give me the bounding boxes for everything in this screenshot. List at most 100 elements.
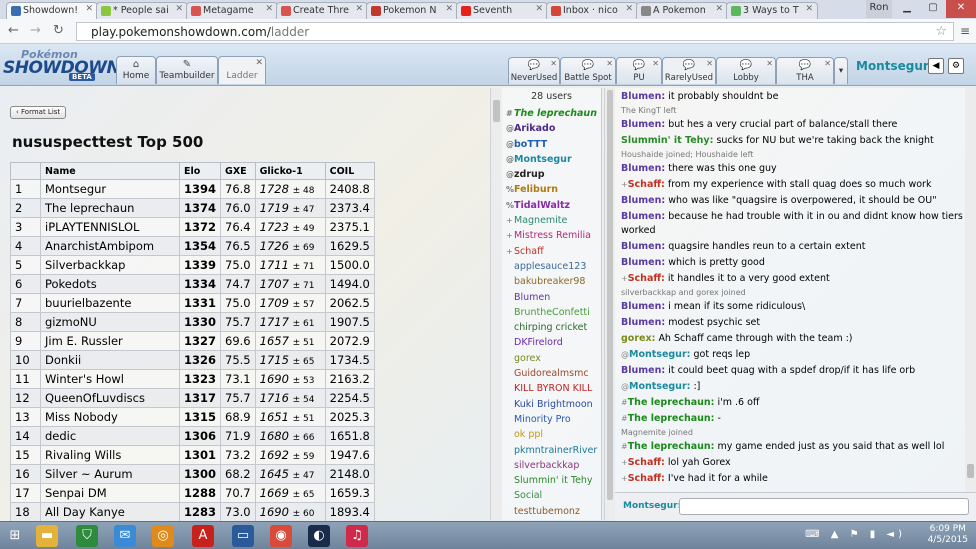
browser-tab[interactable]: Inbox · nico ✕	[546, 2, 638, 19]
chat-username[interactable]: Blumen	[621, 301, 661, 312]
chat-username[interactable]: Montsegur	[629, 381, 687, 392]
userlist-item[interactable]: @boTTT	[502, 137, 601, 152]
player-name-link[interactable]: Silverbackkap	[40, 255, 180, 275]
close-tab-icon[interactable]: ✕	[625, 4, 633, 14]
browser-tab[interactable]: A Pokemon ✕	[636, 2, 728, 19]
userlist-item[interactable]: silverbackkap	[502, 458, 601, 473]
userlist-item[interactable]: @zdrup	[502, 167, 601, 182]
room-tab[interactable]: 💬 PU ✕	[616, 57, 662, 84]
userlist-item[interactable]: @Montsegur	[502, 152, 601, 167]
room-tab[interactable]: 💬 THA ✕	[776, 57, 834, 84]
store-icon[interactable]: ⛉	[76, 525, 98, 547]
current-username[interactable]: Montsegur	[856, 59, 929, 73]
userlist-item[interactable]: +Mistress Remilia	[502, 228, 601, 243]
tab-teambuilder[interactable]: ✎ Teambuilder	[156, 56, 218, 84]
close-tab-icon[interactable]: ✕	[766, 59, 773, 68]
player-name-link[interactable]: Montsegur	[40, 179, 180, 199]
ladder-scroll-thumb[interactable]	[493, 100, 500, 122]
chat-username[interactable]: Schaff	[628, 179, 661, 190]
user-count[interactable]: 28 users	[502, 88, 601, 106]
user-profile-badge[interactable]: Ron	[866, 0, 892, 18]
chat-username[interactable]: Schaff	[628, 473, 661, 484]
userlist-item[interactable]: Social	[502, 488, 601, 503]
chat-username[interactable]: The leprechaun	[628, 397, 711, 408]
userlist-item[interactable]: bakubreaker98	[502, 274, 601, 289]
close-tab-icon[interactable]: ✕	[715, 4, 723, 14]
player-name-link[interactable]: iPLAYTENNISLOL	[40, 217, 180, 237]
player-name-link[interactable]: All Day Kanye	[40, 502, 180, 521]
chat-username[interactable]: Blumen	[621, 195, 661, 206]
browser-tab[interactable]: Create Thre ✕	[276, 2, 368, 19]
chat-username[interactable]: Blumen	[621, 317, 661, 328]
userlist-item[interactable]: #The leprechaun	[502, 106, 601, 121]
chat-username[interactable]: Blumen	[621, 211, 661, 222]
player-name-link[interactable]: dedic	[40, 426, 180, 446]
chat-username[interactable]: Slummin' it Tehy	[621, 135, 710, 146]
player-name-link[interactable]: Winter's Howl	[40, 369, 180, 389]
browser-tab[interactable]: Pokemon N ✕	[366, 2, 458, 19]
itunes-icon[interactable]: ♫	[346, 525, 368, 547]
close-tab-icon[interactable]: ✕	[606, 59, 613, 68]
back-arrow-icon[interactable]: ←	[8, 23, 19, 38]
showdown-logo[interactable]: Pokémon SHOWDOWN BETA	[3, 46, 121, 82]
tab-ladder[interactable]: Ladder ✕	[218, 56, 266, 84]
room-tab[interactable]: 💬 NeverUsed ✕	[508, 57, 560, 84]
userlist-item[interactable]: Minority Pro	[502, 412, 601, 427]
chat-username[interactable]: Blumen	[621, 163, 661, 174]
room-tab[interactable]: 💬 RarelyUsed ✕	[662, 57, 716, 84]
room-tab[interactable]: 💬 Battle Spot ✕	[560, 57, 616, 84]
close-tab-icon[interactable]: ✕	[550, 59, 557, 68]
close-tab-icon[interactable]: ✕	[805, 4, 813, 14]
chat-scroll-thumb[interactable]	[967, 464, 974, 478]
player-name-link[interactable]: Donkii	[40, 350, 180, 370]
userlist-item[interactable]: gorex	[502, 351, 601, 366]
browser-tab[interactable]: * People sai ✕	[96, 2, 188, 19]
userlist-scroll-thumb[interactable]	[607, 90, 613, 500]
player-name-link[interactable]: Silver ~ Aurum	[40, 464, 180, 484]
close-tab-icon[interactable]: ✕	[355, 4, 363, 14]
chat-username[interactable]: Schaff	[628, 457, 661, 468]
chat-username[interactable]: Blumen	[621, 119, 661, 130]
mail-icon[interactable]: ✉	[114, 525, 136, 547]
lenovo-icon[interactable]: ▭	[232, 525, 254, 547]
player-name-link[interactable]: QueenOfLuvdiscs	[40, 388, 180, 408]
player-name-link[interactable]: Miss Nobody	[40, 407, 180, 427]
userlist-item[interactable]: pkmntrainerRiver	[502, 443, 601, 458]
minimize-button[interactable]: ▁	[894, 0, 920, 18]
browser-menu-icon[interactable]: ≡	[960, 24, 970, 38]
close-tab-icon[interactable]: ✕	[445, 4, 453, 14]
audio-app-icon[interactable]: ◎	[152, 525, 174, 547]
userlist-item[interactable]: applesauce123	[502, 259, 601, 274]
userlist-item[interactable]: BruntheConfetti	[502, 305, 601, 320]
chat-username[interactable]: The leprechaun	[628, 413, 711, 424]
close-tab-icon[interactable]: ✕	[255, 58, 263, 68]
browser-tab[interactable]: Seventh ✕	[456, 2, 548, 19]
chat-message-input[interactable]	[679, 498, 969, 515]
browser-tab[interactable]: 3 Ways to T ✕	[726, 2, 818, 19]
userlist-item[interactable]: testtubemonz	[502, 504, 601, 519]
chat-username[interactable]: Blumen	[621, 241, 661, 252]
maximize-button[interactable]: ▢	[920, 0, 946, 18]
chat-scrollbar[interactable]	[965, 88, 976, 492]
chat-username[interactable]: gorex	[621, 333, 652, 344]
player-name-link[interactable]: gizmoNU	[40, 312, 180, 332]
userlist-scrollbar[interactable]	[604, 88, 614, 520]
close-tab-icon[interactable]: ✕	[652, 59, 659, 68]
room-tab-overflow-button[interactable]: ▾	[834, 57, 848, 84]
close-tab-icon[interactable]: ✕	[824, 59, 831, 68]
chat-username[interactable]: Schaff	[628, 273, 661, 284]
system-tray-icons[interactable]: ⌨ ▲ ⚑ ▮ ◄)	[805, 529, 906, 540]
userlist-item[interactable]: ok ppl	[502, 427, 601, 442]
close-tab-icon[interactable]: ✕	[535, 4, 543, 14]
close-tab-icon[interactable]: ✕	[706, 59, 713, 68]
chat-username[interactable]: Montsegur	[629, 349, 687, 360]
userlist-item[interactable]: %TidalWaltz	[502, 198, 601, 213]
player-name-link[interactable]: AnarchistAmbipom	[40, 236, 180, 256]
chat-username[interactable]: Blumen	[621, 257, 661, 268]
sound-button[interactable]: ◀	[928, 58, 944, 74]
tab-home[interactable]: ⌂ Home	[116, 56, 156, 84]
format-list-button[interactable]: ‹ Format List	[10, 106, 67, 119]
userlist-item[interactable]: DKFirelord	[502, 335, 601, 350]
userlist-item[interactable]: Guidorealmsmc	[502, 366, 601, 381]
userlist-item[interactable]: KILL BYRON KILL	[502, 381, 601, 396]
